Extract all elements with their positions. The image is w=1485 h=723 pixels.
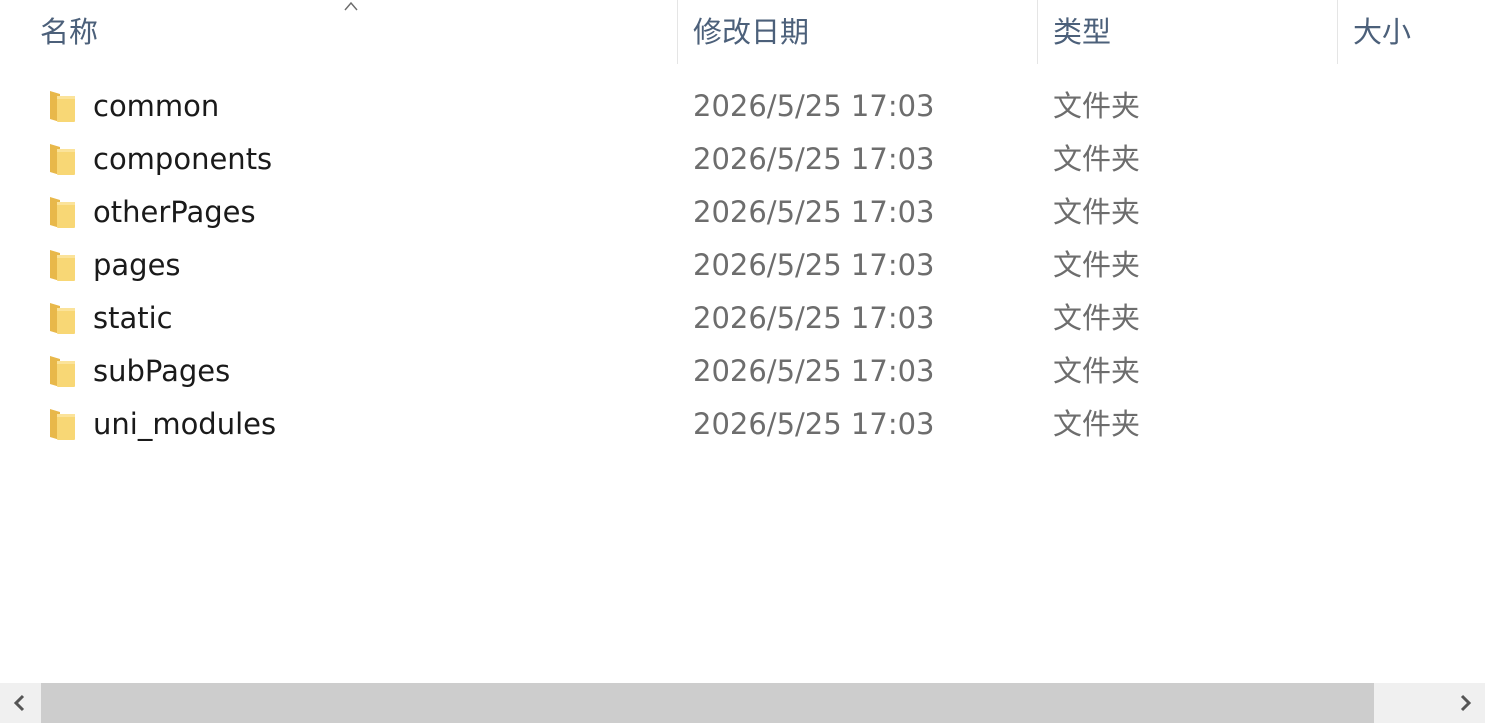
- sort-up-caret-icon: [344, 1, 358, 11]
- file-row[interactable]: static 2026/5/25 17:03 文件夹: [0, 292, 1485, 345]
- file-name: common: [93, 89, 220, 123]
- file-type: 文件夹: [1053, 142, 1141, 176]
- folder-icon: [50, 197, 75, 228]
- file-row[interactable]: components 2026/5/25 17:03 文件夹: [0, 133, 1485, 186]
- file-modified-date: 2026/5/25 17:03: [693, 248, 935, 282]
- file-modified-date: 2026/5/25 17:03: [693, 407, 935, 441]
- file-list: common 2026/5/25 17:03 文件夹 components 20…: [0, 80, 1485, 451]
- file-type: 文件夹: [1053, 301, 1141, 335]
- column-header-type-label: 类型: [1053, 15, 1112, 49]
- column-header-type[interactable]: 类型: [1038, 0, 1337, 64]
- scrollbar-thumb[interactable]: [41, 683, 1374, 723]
- file-modified-date: 2026/5/25 17:03: [693, 354, 935, 388]
- folder-icon: [50, 303, 75, 334]
- file-name: components: [93, 142, 273, 176]
- file-modified-date: 2026/5/25 17:03: [693, 301, 935, 335]
- file-type: 文件夹: [1053, 195, 1141, 229]
- folder-icon: [50, 409, 75, 440]
- column-header-bar: 名称 修改日期 类型 大小: [0, 0, 1485, 64]
- file-type: 文件夹: [1053, 89, 1141, 123]
- scroll-left-button[interactable]: [0, 683, 40, 723]
- file-type: 文件夹: [1053, 354, 1141, 388]
- file-modified-date: 2026/5/25 17:03: [693, 195, 935, 229]
- file-modified-date: 2026/5/25 17:03: [693, 142, 935, 176]
- file-row[interactable]: uni_modules 2026/5/25 17:03 文件夹: [0, 398, 1485, 451]
- file-name: uni_modules: [93, 407, 277, 441]
- column-header-name-label: 名称: [40, 15, 99, 49]
- folder-icon: [50, 91, 75, 122]
- column-header-modified-label: 修改日期: [693, 15, 810, 49]
- folder-icon: [50, 144, 75, 175]
- file-name: otherPages: [93, 195, 256, 229]
- file-row[interactable]: subPages 2026/5/25 17:03 文件夹: [0, 345, 1485, 398]
- file-row[interactable]: otherPages 2026/5/25 17:03 文件夹: [0, 186, 1485, 239]
- file-name: pages: [93, 248, 181, 282]
- column-header-size-label: 大小: [1353, 15, 1412, 49]
- horizontal-scrollbar[interactable]: [0, 683, 1485, 723]
- scroll-right-button[interactable]: [1445, 683, 1485, 723]
- file-name: subPages: [93, 354, 231, 388]
- folder-icon: [50, 250, 75, 281]
- folder-icon: [50, 356, 75, 387]
- column-header-size[interactable]: 大小: [1338, 0, 1485, 64]
- file-modified-date: 2026/5/25 17:03: [693, 89, 935, 123]
- file-row[interactable]: common 2026/5/25 17:03 文件夹: [0, 80, 1485, 133]
- file-name: static: [93, 301, 173, 335]
- chevron-right-icon: [1460, 694, 1472, 712]
- chevron-left-icon: [13, 694, 25, 712]
- column-header-modified[interactable]: 修改日期: [678, 0, 1037, 64]
- file-row[interactable]: pages 2026/5/25 17:03 文件夹: [0, 239, 1485, 292]
- file-type: 文件夹: [1053, 248, 1141, 282]
- file-explorer-details-view: 名称 修改日期 类型 大小 common 2026/5/25 17:03 文件夹: [0, 0, 1485, 723]
- file-type: 文件夹: [1053, 407, 1141, 441]
